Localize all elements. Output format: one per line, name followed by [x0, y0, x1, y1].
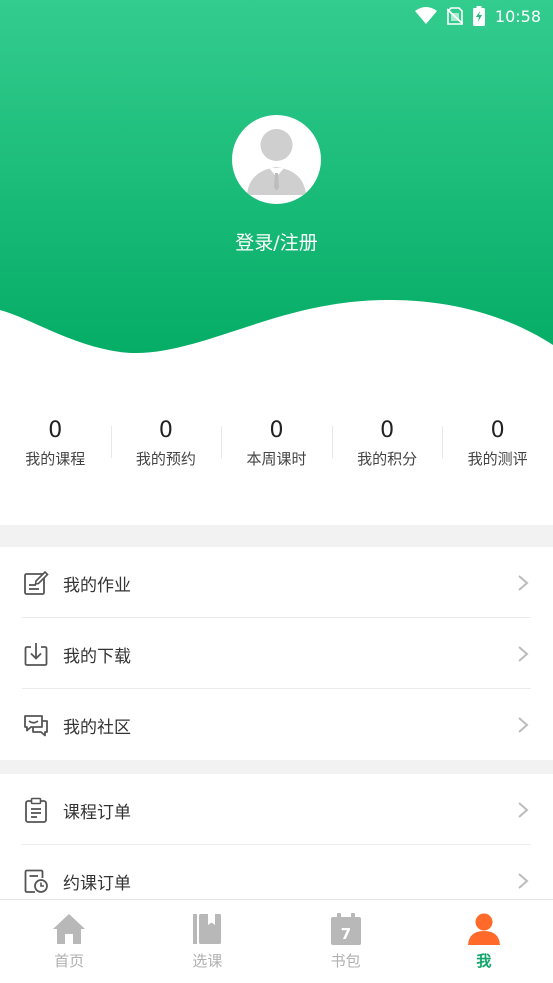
stat-label: 我的测评	[467, 450, 528, 468]
stat-label: 我的预约	[135, 450, 196, 468]
section-divider	[0, 525, 553, 547]
bottom-tab-bar: 首页 选课 7 书包 我	[0, 899, 553, 983]
stat-label: 本周课时	[246, 450, 307, 468]
chevron-right-icon	[518, 717, 529, 733]
stat-value: 0	[269, 418, 284, 443]
row-divider	[22, 844, 531, 845]
stat-my-appointments[interactable]: 0 我的预约	[110, 418, 222, 469]
calendar-bag-icon: 7	[330, 913, 361, 945]
home-icon	[53, 914, 86, 944]
tab-label: 首页	[54, 952, 85, 970]
login-register-link[interactable]: 登录/注册	[0, 228, 553, 255]
tab-label: 我	[476, 952, 492, 970]
tab-schoolbag[interactable]: 7 书包	[277, 900, 415, 983]
calendar-badge: 7	[340, 925, 350, 943]
battery-charging-icon	[472, 6, 485, 26]
menu-my-community[interactable]: 我的社区	[0, 690, 553, 760]
stat-value: 0	[490, 418, 505, 443]
stat-label: 我的积分	[357, 450, 418, 468]
clipboard-icon	[25, 797, 47, 823]
stat-my-points[interactable]: 0 我的积分	[331, 418, 443, 469]
stat-weekly-hours[interactable]: 0 本周课时	[221, 418, 332, 469]
status-time: 10:58	[494, 6, 541, 26]
stat-value: 0	[380, 418, 395, 443]
row-divider	[22, 617, 531, 618]
menu-label: 我的作业	[63, 575, 131, 596]
default-avatar-icon	[247, 129, 306, 195]
stat-value: 0	[48, 418, 63, 443]
menu-my-homework[interactable]: 我的作业	[0, 548, 553, 618]
tab-home[interactable]: 首页	[0, 900, 138, 983]
menu-label: 课程订单	[63, 802, 131, 823]
tab-select-course[interactable]: 选课	[138, 900, 276, 983]
status-bar: 10:58	[0, 0, 553, 32]
menu-course-orders[interactable]: 课程订单	[0, 775, 553, 845]
stat-my-assessments[interactable]: 0 我的测评	[442, 418, 553, 469]
wifi-icon	[414, 7, 437, 24]
schedule-order-icon	[24, 869, 48, 893]
tab-label: 选课	[192, 952, 223, 970]
stat-label: 我的课程	[25, 450, 86, 468]
menu-my-downloads[interactable]: 我的下载	[0, 619, 553, 689]
avatar[interactable]	[232, 115, 321, 204]
community-icon	[24, 715, 48, 737]
book-select-icon	[193, 914, 222, 944]
stat-value: 0	[158, 418, 173, 443]
chevron-right-icon	[518, 873, 529, 889]
stats-row: 0 我的课程 0 我的预约 0 本周课时 0 我的积分 0 我的测评	[0, 418, 553, 469]
stat-my-courses[interactable]: 0 我的课程	[0, 418, 111, 469]
menu-label: 我的下载	[63, 646, 131, 667]
menu-label: 约课订单	[63, 873, 131, 894]
download-icon	[24, 643, 48, 666]
tab-label: 书包	[330, 952, 361, 970]
tab-me[interactable]: 我	[415, 900, 553, 983]
no-sim-icon	[446, 7, 463, 25]
chevron-right-icon	[518, 575, 529, 591]
menu-label: 我的社区	[63, 717, 131, 738]
section-divider	[0, 760, 553, 774]
profile-header: 10:58 登录/注册	[0, 0, 553, 370]
user-icon	[467, 913, 500, 945]
homework-icon	[24, 570, 49, 595]
row-divider	[22, 688, 531, 689]
chevron-right-icon	[518, 646, 529, 662]
chevron-right-icon	[518, 802, 529, 818]
